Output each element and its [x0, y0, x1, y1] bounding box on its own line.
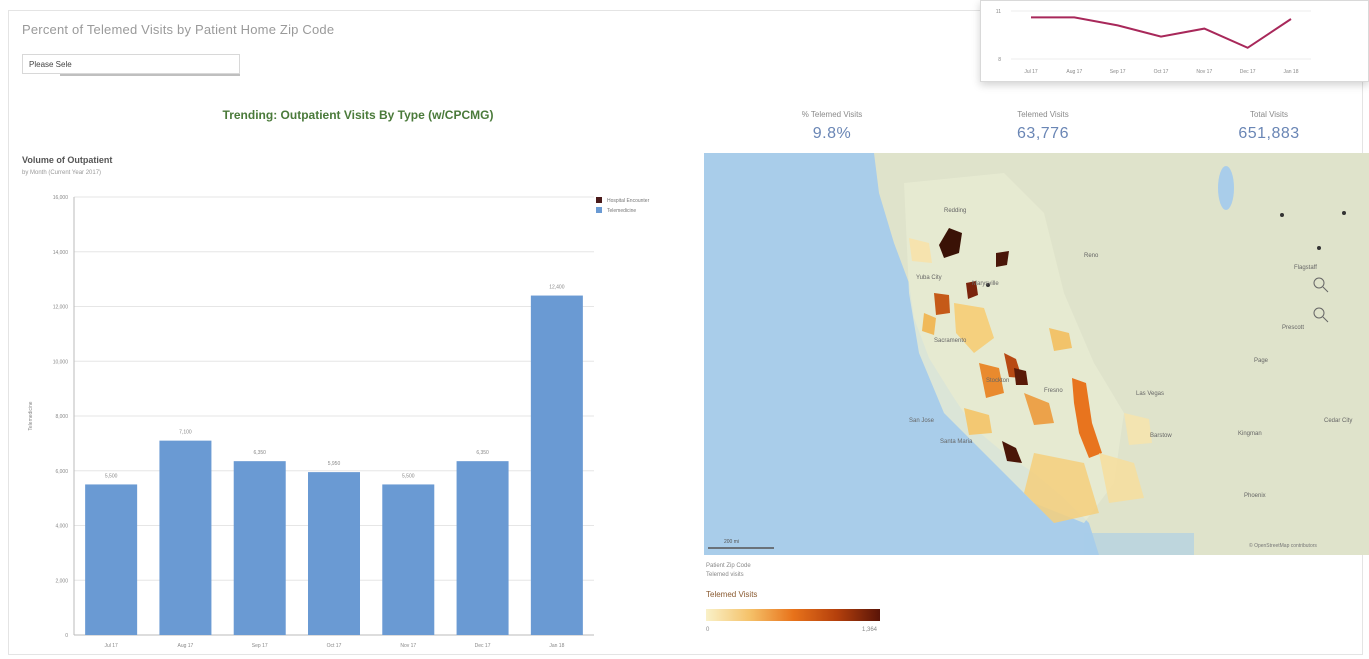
- map-attribution[interactable]: © OpenStreetMap contributors: [1249, 543, 1317, 549]
- x-tick-label: Sep 17: [1110, 69, 1126, 75]
- bar[interactable]: [85, 484, 138, 635]
- kpi-label: Total Visits: [1249, 110, 1289, 119]
- x-tick-label: Oct 17: [1154, 69, 1169, 75]
- color-legend-min: 0: [706, 627, 710, 633]
- x-tick-label: Jan 18: [1283, 69, 1298, 75]
- map-place-label: Redding: [944, 208, 967, 214]
- x-tick-label: Nov 17: [400, 643, 416, 649]
- outpatient-bar-chart[interactable]: Telemedicine 0 2,000 4,000 6,000 8,000 10,000 1…: [18, 185, 708, 655]
- bar[interactable]: [233, 461, 286, 635]
- map-place-label: Yuba City: [916, 275, 942, 281]
- legend-swatch: [596, 207, 602, 213]
- color-legend-max: 1,364: [862, 627, 878, 633]
- y-tick-label: 10,000: [53, 359, 69, 365]
- x-tick-label: Jan 18: [549, 643, 564, 649]
- color-legend-bar: [706, 609, 880, 621]
- bar[interactable]: [159, 440, 212, 635]
- map-place-label: San Jose: [909, 418, 935, 424]
- x-tick-label: Oct 17: [327, 643, 342, 649]
- kpi-value: 9.8%: [812, 125, 852, 142]
- filter-underline: [60, 74, 240, 76]
- bar[interactable]: [456, 461, 509, 635]
- map-place-label: Sacramento: [934, 338, 967, 344]
- y-tick-label: 8,000: [55, 414, 68, 420]
- map-place-label: Phoenix: [1244, 493, 1266, 499]
- zip-code-map[interactable]: Redding Yuba City Marysville Sacramento …: [704, 153, 1369, 555]
- map-info-line: Telemed visits: [706, 572, 744, 578]
- x-tick-label: Sep 17: [252, 643, 268, 649]
- y-tick-label: 4,000: [55, 524, 68, 530]
- kpi-value: 651,883: [1238, 125, 1300, 142]
- kpi-total-visits: Total Visits 651,883: [1199, 110, 1339, 143]
- trend-popup: 11 8 Jul 17 Aug 17 Sep 17 Oct 17 Nov 17 Dec 17 J…: [980, 0, 1369, 82]
- x-tick-label: Jul 17: [104, 643, 118, 649]
- y-tick-label: 8: [998, 57, 1001, 63]
- y-tick-label: 2,000: [55, 578, 68, 584]
- kpi-label: % Telemed Visits: [801, 110, 863, 119]
- legend-label[interactable]: Hospital Encounter: [607, 198, 650, 204]
- y-axis-label: Telemedicine: [28, 401, 34, 430]
- y-tick-label: 6,000: [55, 469, 68, 475]
- bar-data-label: 5,500: [402, 473, 415, 479]
- kpi-percent-telemed: % Telemed Visits 9.8%: [762, 110, 902, 143]
- map-place-label: Santa Maria: [940, 439, 973, 445]
- map-place-label: Stockton: [986, 378, 1010, 384]
- y-tick-label: 12,000: [53, 305, 69, 311]
- y-tick-label: 14,000: [53, 250, 69, 256]
- bar[interactable]: [530, 295, 583, 635]
- map-place-label: Marysville: [972, 281, 999, 287]
- bar-data-label: 12,400: [549, 285, 565, 291]
- x-tick-label: Aug 17: [1066, 69, 1082, 75]
- kpi-telemed-visits: Telemed Visits 63,776: [973, 110, 1113, 143]
- map-place-label: Page: [1254, 358, 1269, 364]
- bar[interactable]: [308, 472, 360, 635]
- bar-chart-title: Volume of Outpatient: [22, 155, 113, 165]
- color-legend-title: Telemed Visits: [706, 590, 758, 599]
- legend-label[interactable]: Telemedicine: [607, 208, 636, 214]
- x-tick-label: Dec 17: [1240, 69, 1256, 75]
- bar-data-label: 6,350: [476, 450, 489, 456]
- kpi-value: 63,776: [1017, 125, 1069, 142]
- filter-dropdown[interactable]: Please Sele: [22, 54, 240, 74]
- map-labels: Redding Yuba City Marysville Sacramento …: [704, 153, 1369, 555]
- trend-line[interactable]: [1031, 16, 1292, 49]
- bar-chart-subtitle: by Month (Current Year 2017): [22, 170, 102, 176]
- telemed-trend-line-chart[interactable]: 11 8 Jul 17 Aug 17 Sep 17 Oct 17 Nov 17 Dec 17 J…: [981, 1, 1369, 83]
- chart-heading: Trending: Outpatient Visits By Type (w/C…: [222, 108, 494, 122]
- x-tick-label: Aug 17: [177, 643, 193, 649]
- map-place-label: Las Vegas: [1136, 391, 1165, 397]
- map-place-label: Flagstaff: [1294, 265, 1317, 271]
- map-info-line: Patient Zip Code: [706, 563, 751, 569]
- legend-swatch: [596, 197, 602, 203]
- bar-data-label: 7,100: [179, 430, 192, 436]
- map-place-label: Kingman: [1238, 431, 1262, 437]
- map-place-label: Cedar City: [1324, 418, 1353, 424]
- y-tick-label: 0: [65, 633, 68, 639]
- map-scale-label: 200 mi: [724, 539, 740, 545]
- map-place-label: Barstow: [1150, 433, 1172, 439]
- bar-data-label: 6,350: [253, 450, 266, 456]
- page-title: Percent of Telemed Visits by Patient Hom…: [22, 22, 335, 37]
- kpi-label: Telemed Visits: [1017, 110, 1069, 119]
- map-place-label: Prescott: [1282, 325, 1305, 331]
- bar-data-label: 5,950: [328, 461, 341, 467]
- map-place-label: Fresno: [1044, 388, 1063, 394]
- y-tick-label: 16,000: [53, 195, 69, 201]
- x-tick-label: Nov 17: [1196, 69, 1212, 75]
- y-tick-label: 11: [996, 9, 1001, 15]
- x-tick-label: Jul 17: [1024, 69, 1038, 75]
- x-tick-label: Dec 17: [475, 643, 491, 649]
- bar-data-label: 5,500: [105, 473, 118, 479]
- bar[interactable]: [382, 484, 435, 635]
- map-place-label: Reno: [1084, 253, 1099, 259]
